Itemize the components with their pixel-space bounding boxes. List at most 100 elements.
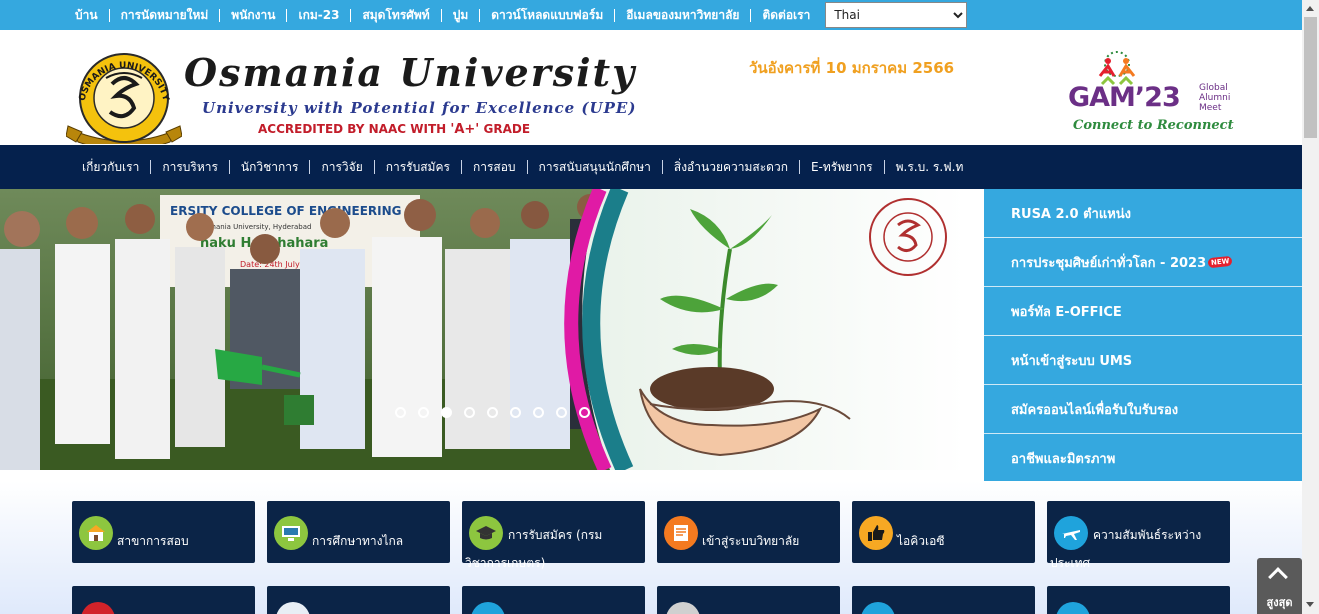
language-select[interactable]: Thai <box>825 2 968 28</box>
naac-accreditation: ACCREDITED BY NAAC WITH 'A+' GRADE <box>258 122 530 137</box>
top-link-item: อีเมลของมหาวิทยาลัย <box>615 6 752 25</box>
university-seal-logo[interactable]: OSMANIA UNIVERSITY <box>66 50 182 144</box>
slider-dots <box>395 407 590 418</box>
main-nav-item: การวิจัย <box>310 158 375 177</box>
thumbs-up-icon <box>859 516 893 550</box>
gam-sub-line: Alumni <box>1199 93 1231 103</box>
main-nav-link[interactable]: สิ่งอำนวยความสะดวก <box>663 158 799 177</box>
slider-dot[interactable] <box>579 407 590 418</box>
gam-tagline: Connect to Reconnect <box>1073 118 1234 133</box>
top-link-item: บ้าน <box>64 6 110 25</box>
side-link[interactable]: พอร์ทัล E-OFFICE <box>984 287 1302 336</box>
top-link-item: การนัดหมายใหม่ <box>110 6 221 25</box>
quick-link-tile[interactable] <box>462 586 645 614</box>
quick-link-tile[interactable]: การรับสมัคร (กรมวิชาการเกษตร) <box>462 501 645 570</box>
side-link[interactable]: RUSA 2.0 ตำแหน่ง <box>984 189 1302 238</box>
quick-link-label: การศึกษาทางไกล <box>312 534 404 548</box>
slider-dot[interactable] <box>533 407 544 418</box>
document-icon <box>664 516 698 550</box>
new-badge: NEW <box>1207 255 1233 269</box>
slider-dot[interactable] <box>487 407 498 418</box>
group-icon <box>666 602 700 614</box>
slider-dot[interactable] <box>556 407 567 418</box>
slider-dot[interactable] <box>464 407 475 418</box>
quick-link-label: ความสัมพันธ์ระหว่างประเทศ <box>1050 528 1202 570</box>
rocket-icon <box>276 602 310 614</box>
school-building-icon <box>79 516 113 550</box>
people-icon <box>471 602 505 614</box>
top-links: บ้าน การนัดหมายใหม่ พนักงาน เกม-23 สมุดโทรศั… <box>0 0 1302 30</box>
current-date: วันอังคารที่ 10 มกราคม 2566 <box>749 59 955 77</box>
quick-link-tile[interactable] <box>852 586 1035 614</box>
top-link-item: ดาวน์โหลดแบบฟอร์ม <box>480 6 616 25</box>
scrollbar-thumb[interactable] <box>1304 17 1317 138</box>
chevron-up-icon <box>1268 567 1288 587</box>
main-nav-item: สิ่งอำนวยความสะดวก <box>663 158 800 177</box>
quick-link-tile[interactable] <box>72 586 255 614</box>
side-link[interactable]: การประชุมศิษย์เก่าทั่วโลก - 2023 NEW <box>984 238 1302 287</box>
main-nav-list: เกี่ยวกับเรา การบริหาร นักวิชาการ การวิจัยก… <box>0 145 1302 189</box>
main-nav-link[interactable]: การสนับสนุนนักศึกษา <box>528 158 662 177</box>
top-link[interactable]: การนัดหมายใหม่ <box>110 6 220 25</box>
top-link-item: ปูม <box>442 6 481 25</box>
page-scrollbar[interactable] <box>1302 0 1319 614</box>
university-name[interactable]: Osmania University <box>184 50 636 95</box>
gam-wordmark: GAM’23 <box>1068 82 1181 113</box>
back-to-top-button[interactable]: สูงสุด <box>1257 558 1302 614</box>
scroll-up-arrow-icon[interactable] <box>1306 6 1314 11</box>
slide-image: ERSITY COLLEGE OF ENGINEERING Osmania Un… <box>0 189 965 470</box>
naac-grade: 'A+' <box>450 122 480 137</box>
main-nav-item: การบริหาร <box>151 158 230 177</box>
side-link[interactable]: อาชีพและมิตรภาพ <box>984 434 1302 483</box>
main-nav-link[interactable]: การบริหาร <box>151 158 229 177</box>
top-link[interactable]: เกม-23 <box>287 6 350 25</box>
top-link[interactable]: ติดต่อเรา <box>751 6 821 25</box>
main-nav-link[interactable]: การสอบ <box>462 158 527 177</box>
quick-link-tile[interactable] <box>267 586 450 614</box>
scroll-down-arrow-icon[interactable] <box>1306 602 1314 607</box>
main-nav-link[interactable]: การรับสมัคร <box>375 158 461 177</box>
side-link-label: หน้าเข้าสู่ระบบ UMS <box>1011 353 1133 369</box>
slider-dot[interactable] <box>510 407 521 418</box>
main-nav-link[interactable]: การวิจัย <box>310 158 373 177</box>
main-nav-item: การสอบ <box>462 158 528 177</box>
side-link-label: การประชุมศิษย์เก่าทั่วโลก - 2023 <box>1011 255 1207 271</box>
top-link[interactable]: ปูม <box>442 6 480 25</box>
hero-slider[interactable]: ERSITY COLLEGE OF ENGINEERING Osmania Un… <box>0 189 965 470</box>
top-utility-bar: บ้าน การนัดหมายใหม่ พนักงาน เกม-23 สมุดโทรศั… <box>0 0 1302 30</box>
page: บ้าน การนัดหมายใหม่ พนักงาน เกม-23 สมุดโทรศั… <box>0 0 1319 614</box>
naac-suffix: GRADE <box>483 122 531 136</box>
quick-link-tile[interactable]: การศึกษาทางไกล <box>267 501 450 563</box>
main-nav-link[interactable]: E-ทรัพยากร <box>800 158 884 177</box>
slider-dot[interactable] <box>395 407 406 418</box>
quick-side-links: RUSA 2.0 ตำแหน่งการประชุมศิษย์เก่าทั่วโล… <box>984 189 1302 481</box>
quick-link-label: ไอคิวเอซี <box>897 534 945 548</box>
main-nav-link[interactable]: เกี่ยวกับเรา <box>71 158 150 177</box>
quick-link-label: เข้าสู่ระบบวิทยาลัย <box>702 534 800 548</box>
gam-logo[interactable]: GAM’23 Global Alumni Meet Connect to Rec… <box>1064 50 1236 138</box>
quick-link-tile[interactable]: สาขาการสอบ <box>72 501 255 563</box>
naac-text: ACCREDITED BY NAAC WITH <box>258 122 447 136</box>
quick-link-tile[interactable]: เข้าสู่ระบบวิทยาลัย <box>657 501 840 563</box>
site-header: OSMANIA UNIVERSITY Osmania University Un… <box>0 30 1302 145</box>
side-link-label: พอร์ทัล E-OFFICE <box>1011 304 1122 320</box>
side-link[interactable]: สมัครออนไลน์เพื่อรับใบรับรอง <box>984 385 1302 434</box>
side-link[interactable]: หน้าเข้าสู่ระบบ UMS <box>984 336 1302 385</box>
slider-dot[interactable] <box>441 407 452 418</box>
quick-link-label: สาขาการสอบ <box>117 534 189 548</box>
side-link-label: อาชีพและมิตรภาพ <box>1011 452 1116 467</box>
top-link[interactable]: บ้าน <box>64 6 109 25</box>
main-nav-link[interactable]: พ.ร.บ. ร.ฟ.ท <box>885 158 975 177</box>
top-link[interactable]: พนักงาน <box>220 6 286 25</box>
main-nav-link[interactable]: นักวิชาการ <box>230 158 310 177</box>
top-link[interactable]: ดาวน์โหลดแบบฟอร์ม <box>480 6 614 25</box>
top-link[interactable]: อีเมลของมหาวิทยาลัย <box>615 6 750 25</box>
quick-link-tile[interactable] <box>1047 586 1230 614</box>
top-link[interactable]: สมุดโทรศัพท์ <box>351 6 440 25</box>
slider-dot[interactable] <box>418 407 429 418</box>
side-link-label: RUSA 2.0 ตำแหน่ง <box>1011 206 1131 222</box>
quick-link-tile[interactable]: ความสัมพันธ์ระหว่างประเทศ <box>1047 501 1230 570</box>
quick-link-tile[interactable]: ไอคิวเอซี <box>852 501 1035 563</box>
quick-link-tile[interactable] <box>657 586 840 614</box>
quick-link-label: การรับสมัคร (กรมวิชาการเกษตร) <box>465 528 603 570</box>
